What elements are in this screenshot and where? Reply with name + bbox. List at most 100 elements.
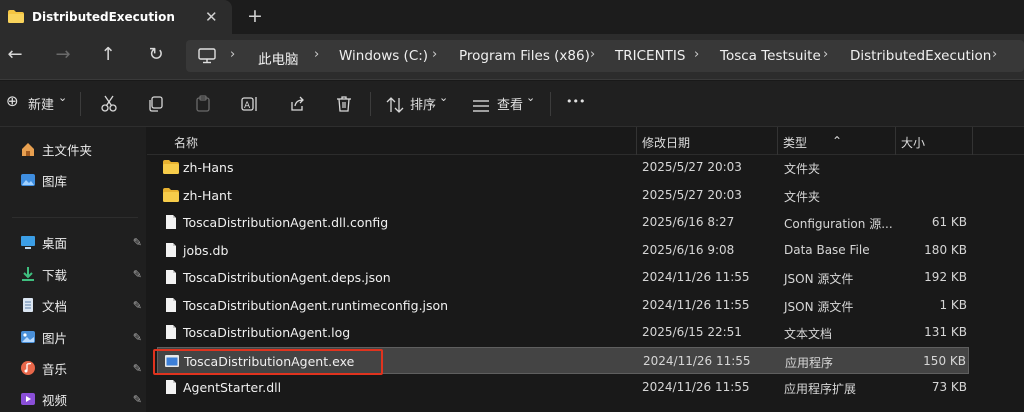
copy-icon[interactable]	[147, 94, 165, 114]
file-modified: 2025/6/15 22:51	[642, 325, 742, 339]
sidebar-item-gallery[interactable]: 图库	[20, 170, 144, 190]
sidebar-item-music[interactable]: 音乐 ✎	[20, 358, 144, 378]
breadcrumb-windows-c[interactable]: Windows (C:)	[339, 48, 428, 64]
sidebar-divider	[12, 217, 138, 218]
view-icon[interactable]	[472, 96, 490, 116]
column-header-modified[interactable]: 修改日期	[642, 134, 690, 151]
sidebar-item-label: 主文件夹	[42, 142, 93, 158]
sidebar-item-videos[interactable]: 视频 ✎	[20, 389, 144, 409]
file-size: 131 KB	[924, 325, 967, 339]
file-type: JSON 源文件	[784, 299, 854, 314]
column-divider[interactable]	[777, 127, 778, 155]
document-icon	[166, 270, 176, 284]
view-button[interactable]: 查看	[497, 94, 523, 114]
chevron-down-icon[interactable]: ⌄	[439, 91, 448, 111]
file-modified: 2025/5/27 20:03	[642, 160, 742, 174]
file-modified: 2024/11/26 11:55	[642, 380, 750, 394]
folder-icon	[8, 10, 24, 23]
column-divider[interactable]	[972, 127, 973, 155]
file-name: jobs.db	[183, 242, 229, 258]
file-name: ToscaDistributionAgent.runtimeconfig.jso…	[183, 297, 449, 313]
file-row[interactable]: ToscaDistributionAgent.runtimeconfig.jso…	[157, 292, 969, 319]
sidebar-item-home[interactable]: 主文件夹	[20, 139, 144, 159]
address-field[interactable]: › 此电脑 › Windows (C:) › Program Files (x8…	[186, 40, 1024, 72]
file-row[interactable]: jobs.db 2025/6/16 9:08 Data Base File 180 K…	[157, 237, 969, 264]
new-button[interactable]: 新建	[28, 94, 54, 114]
file-modified: 2025/6/16 9:08	[642, 242, 735, 257]
document-icon	[166, 380, 176, 394]
column-header-size[interactable]: 大小	[901, 134, 925, 151]
new-tab-button[interactable]: +	[247, 5, 263, 27]
file-row[interactable]: zh-Hans 2025/5/27 20:03 文件夹	[157, 154, 969, 181]
breadcrumb-separator-icon: ›	[230, 47, 236, 62]
sidebar-item-desktop[interactable]: 桌面 ✎	[20, 232, 144, 252]
document-icon	[166, 215, 176, 229]
forward-button[interactable]: →	[52, 44, 74, 66]
file-size: 1 KB	[939, 297, 967, 312]
gallery-icon	[21, 174, 35, 186]
column-header-name[interactable]: 名称	[174, 134, 198, 151]
file-type: 文件夹	[784, 189, 821, 204]
file-row[interactable]: zh-Hant 2025/5/27 20:03 文件夹	[157, 182, 969, 209]
pin-icon: ✎	[132, 392, 142, 406]
document-icon	[166, 297, 176, 312]
file-type: 应用程序扩展	[784, 382, 857, 396]
sidebar-item-downloads[interactable]: 下载 ✎	[20, 264, 144, 284]
file-name: zh-Hans	[183, 160, 234, 175]
breadcrumb-distributed-execution[interactable]: DistributedExecution	[850, 48, 991, 64]
chevron-down-icon[interactable]: ⌄	[526, 91, 535, 111]
desktop-icon	[21, 236, 35, 249]
pin-icon: ✎	[132, 298, 142, 312]
column-divider[interactable]	[636, 127, 637, 155]
home-icon	[22, 143, 34, 156]
file-name: ToscaDistributionAgent.dll.config	[183, 215, 389, 230]
sort-icon[interactable]	[386, 95, 404, 115]
file-row[interactable]: ToscaDistributionAgent.log 2025/6/15 22:5…	[157, 319, 969, 346]
breadcrumb-tosca-testsuite[interactable]: Tosca Testsuite	[720, 48, 821, 64]
new-icon[interactable]: ⊕	[6, 92, 19, 112]
file-row[interactable]: ToscaDistributionAgent.deps.json 2024/11/…	[157, 264, 969, 291]
sort-ascending-icon: ⌃	[832, 134, 843, 148]
file-row[interactable]: ToscaDistributionAgent.dll.config 2025/6/…	[157, 209, 969, 236]
sidebar-item-label: 图库	[42, 173, 68, 189]
highlight-annotation	[153, 349, 383, 375]
sidebar-item-label: 桌面	[42, 235, 68, 251]
column-divider[interactable]	[895, 127, 896, 155]
share-icon[interactable]	[288, 94, 306, 114]
refresh-button[interactable]: ↻	[145, 44, 167, 66]
column-header-type[interactable]: 类型	[783, 134, 807, 151]
pictures-icon	[21, 331, 35, 343]
back-button[interactable]: ←	[4, 44, 26, 66]
breadcrumb-separator-icon: ›	[823, 47, 829, 62]
close-tab-icon[interactable]: ✕	[205, 8, 218, 26]
computer-icon	[198, 48, 216, 64]
document-icon	[166, 325, 176, 339]
toolbar-divider	[550, 92, 551, 116]
breadcrumb-tricentis[interactable]: TRICENTIS	[615, 48, 685, 64]
sidebar-item-label: 视频	[42, 392, 68, 408]
breadcrumb-this-pc[interactable]: 此电脑	[258, 48, 299, 68]
more-options-button[interactable]: •••	[566, 95, 585, 115]
music-icon	[21, 361, 35, 375]
tab-distributed-execution[interactable]: DistributedExecution ✕	[0, 0, 232, 34]
rename-icon[interactable]: A	[241, 94, 259, 114]
tab-title: DistributedExecution	[32, 10, 175, 24]
sidebar-item-pictures[interactable]: 图片 ✎	[20, 327, 144, 347]
file-type: 文本文档	[784, 327, 833, 341]
chevron-down-icon[interactable]: ⌄	[58, 91, 67, 111]
paste-icon[interactable]	[194, 94, 212, 114]
file-size: 150 KB	[923, 353, 966, 368]
breadcrumb-separator-icon: ›	[432, 47, 438, 62]
sidebar-item-documents[interactable]: 文档 ✎	[20, 295, 144, 315]
up-button[interactable]: ↑	[97, 44, 119, 66]
file-size: 73 KB	[931, 380, 967, 394]
sort-button[interactable]: 排序	[410, 94, 436, 114]
file-row[interactable]: AgentStarter.dll 2024/11/26 11:55 应用程序扩展 73…	[157, 374, 969, 401]
cut-icon[interactable]	[100, 94, 118, 114]
breadcrumb-separator-icon: ›	[314, 47, 320, 62]
breadcrumb-program-files-x86[interactable]: Program Files (x86)	[459, 48, 590, 64]
address-bar-row: ← → ↑ ↻ › 此电脑 › Windows (C:) › Program F…	[0, 34, 1024, 80]
delete-icon[interactable]	[335, 94, 353, 114]
file-type: 文件夹	[784, 162, 821, 176]
videos-icon	[21, 393, 35, 405]
